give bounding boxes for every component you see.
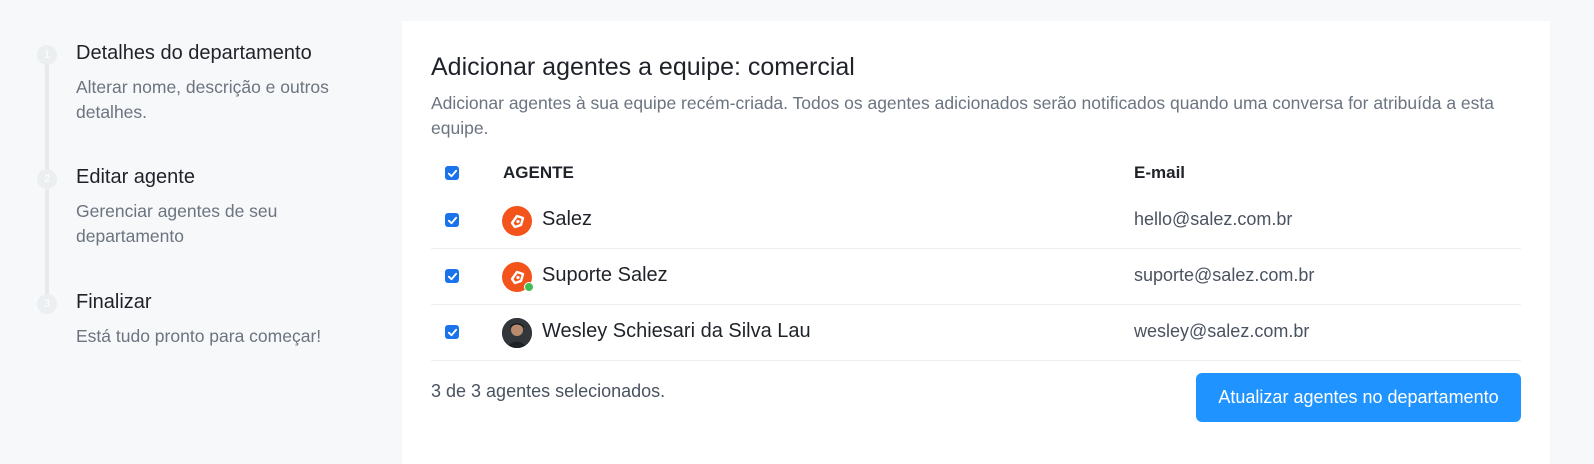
salez-logo-icon bbox=[502, 206, 532, 236]
step-title: Detalhes do departamento bbox=[76, 42, 312, 64]
agent-name: Wesley Schiesari da Silva Lau bbox=[542, 320, 811, 342]
selected-count-text: 3 de 3 agentes selecionados. bbox=[431, 381, 666, 401]
table-row: Wesley Schiesari da Silva Lau wesley@sal… bbox=[431, 305, 1521, 361]
step-number: 3 bbox=[37, 294, 57, 314]
agent-checkbox[interactable] bbox=[445, 325, 459, 339]
step-title: Finalizar bbox=[76, 291, 152, 313]
check-icon bbox=[447, 328, 457, 336]
step-description: Está tudo pronto para começar! bbox=[76, 326, 322, 346]
step-number: 2 bbox=[37, 169, 57, 189]
page-description: Adicionar agentes à sua equipe recém-cri… bbox=[431, 93, 1494, 138]
check-icon bbox=[447, 216, 457, 224]
table-row: Salez hello@salez.com.br bbox=[431, 193, 1521, 249]
check-icon bbox=[447, 272, 457, 280]
wizard-stepper: 1 Detalhes do departamento Alterar nome,… bbox=[0, 0, 400, 464]
agent-name: Salez bbox=[542, 208, 593, 230]
page-title: Adicionar agentes a equipe: comercial bbox=[431, 53, 855, 81]
agent-email: wesley@salez.com.br bbox=[1134, 321, 1310, 341]
step-description: Alterar nome, descrição e outros detalhe… bbox=[76, 77, 329, 122]
agent-checkbox[interactable] bbox=[445, 213, 459, 227]
agent-checkbox[interactable] bbox=[445, 269, 459, 283]
add-agents-panel: Adicionar agentes a equipe: comercial Ad… bbox=[402, 21, 1550, 464]
table-row: Suporte Salez suporte@salez.com.br bbox=[431, 249, 1521, 305]
agents-table: AGENTE E-mail Salez hello@salez.com.br S… bbox=[431, 153, 1521, 361]
step-number: 1 bbox=[37, 45, 57, 65]
user-photo-avatar bbox=[502, 318, 532, 348]
agent-email: hello@salez.com.br bbox=[1134, 209, 1293, 229]
agent-column-header: AGENTE bbox=[503, 163, 574, 182]
salez-logo-icon bbox=[502, 262, 534, 292]
step-title: Editar agente bbox=[76, 166, 195, 188]
check-icon bbox=[447, 169, 457, 177]
update-agents-button[interactable]: Atualizar agentes no departamento bbox=[1196, 373, 1521, 422]
select-all-checkbox[interactable] bbox=[445, 166, 459, 180]
table-header-row: AGENTE E-mail bbox=[431, 153, 1521, 193]
email-column-header: E-mail bbox=[1134, 163, 1186, 182]
step-description: Gerenciar agentes de seu departamento bbox=[76, 201, 278, 246]
agent-email: suporte@salez.com.br bbox=[1134, 265, 1315, 285]
online-status-dot bbox=[524, 282, 534, 292]
agent-name: Suporte Salez bbox=[542, 264, 668, 286]
